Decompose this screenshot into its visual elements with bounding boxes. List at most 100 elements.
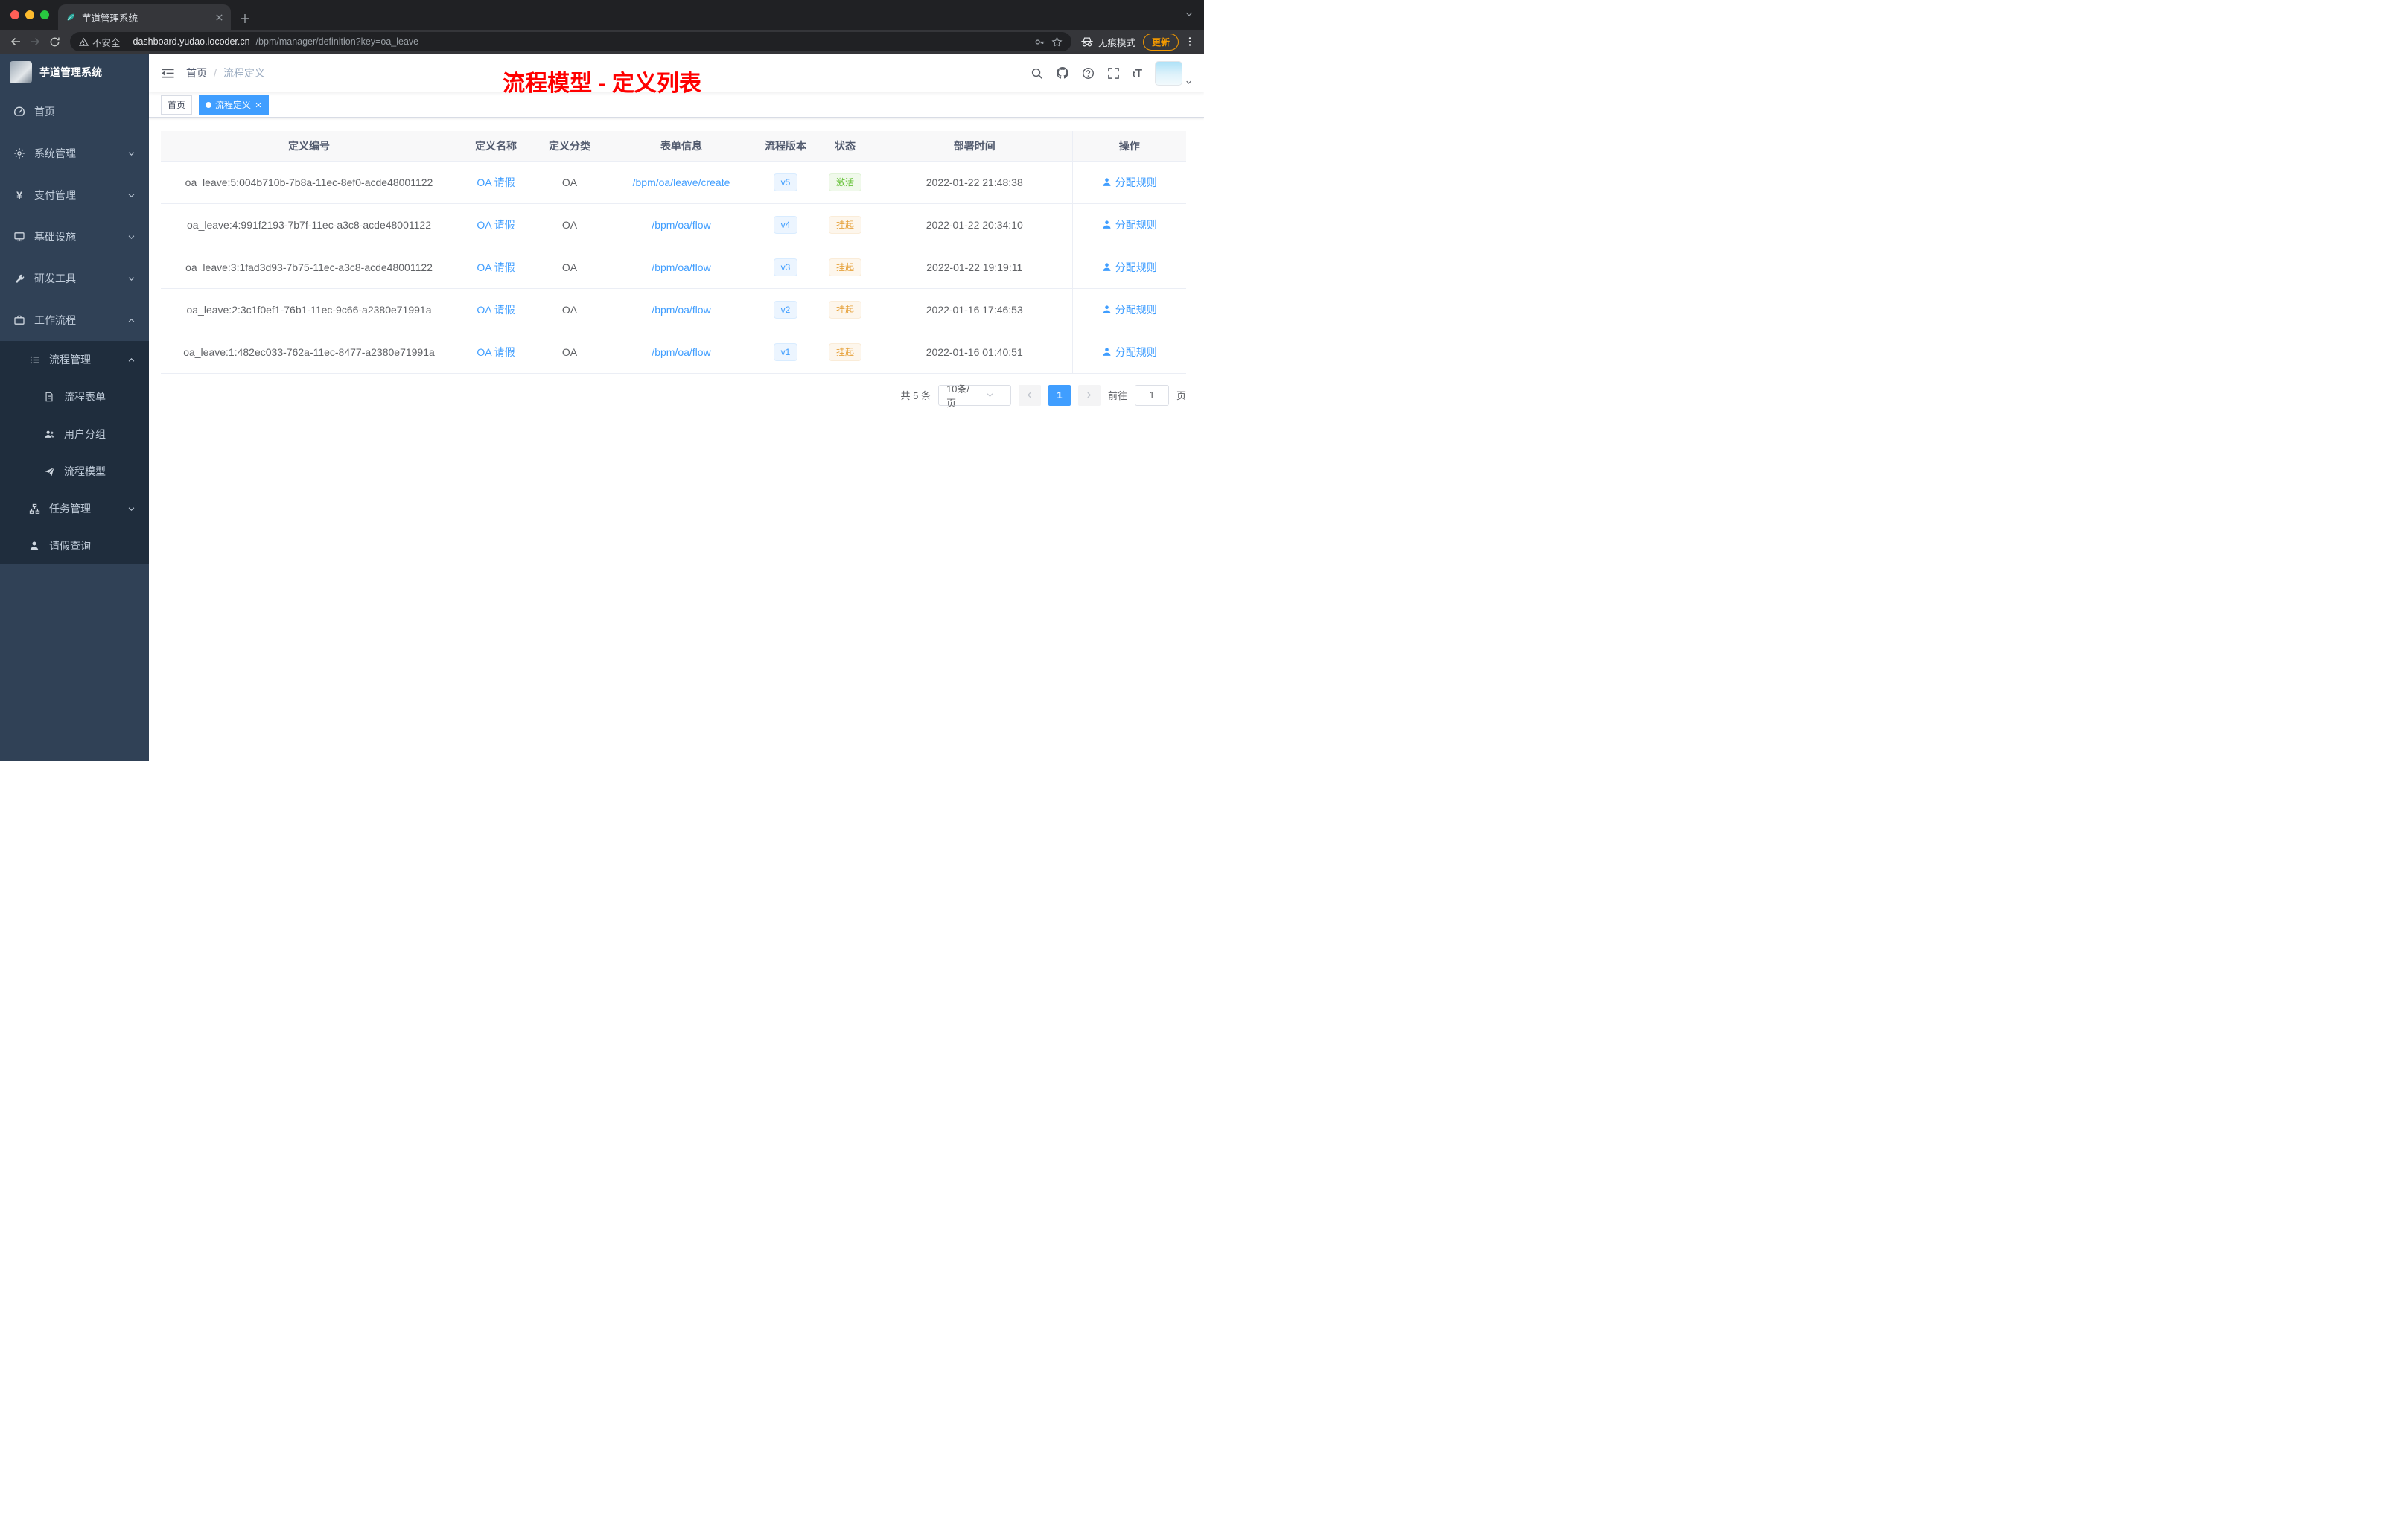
- page-1-button[interactable]: 1: [1048, 384, 1071, 406]
- form-link[interactable]: /bpm/oa/leave/create: [633, 176, 730, 188]
- browser-tab[interactable]: 芋道管理系统: [58, 4, 231, 30]
- table-row: oa_leave:3:1fad3d93-7b75-11ec-a3c8-acde4…: [161, 246, 1186, 289]
- zoom-window-button[interactable]: [40, 10, 49, 19]
- form-link[interactable]: /bpm/oa/flow: [652, 346, 710, 358]
- annotation-title: 流程模型 - 定义列表: [503, 71, 701, 96]
- tag-close-icon[interactable]: [255, 101, 262, 109]
- fullscreen-icon[interactable]: [1107, 67, 1120, 80]
- tab-title: 芋道管理系统: [82, 13, 138, 24]
- cell-definition-name: OA 请假: [457, 203, 535, 246]
- github-icon[interactable]: [1056, 66, 1069, 80]
- definition-name-link[interactable]: OA 请假: [477, 304, 515, 316]
- bookmark-star-icon[interactable]: [1051, 36, 1063, 48]
- sidebar-item-label: 任务管理: [49, 503, 91, 515]
- not-secure-icon: [79, 37, 89, 47]
- assign-rule-link[interactable]: 分配规则: [1102, 302, 1157, 317]
- cell-status: 挂起: [813, 203, 877, 246]
- page-size-value: 10条/页: [946, 383, 970, 409]
- sidebar-item-process-form[interactable]: 流程表单: [0, 378, 149, 415]
- sidebar-item-dev-tools[interactable]: 研发工具: [0, 258, 149, 299]
- cell-category: OA: [535, 246, 605, 289]
- font-size-icon[interactable]: tT: [1133, 67, 1142, 80]
- chevron-down-icon: [127, 505, 136, 513]
- address-bar[interactable]: 不安全 dashboard.yudao.iocoder.cn/bpm/manag…: [70, 32, 1071, 51]
- version-badge: v3: [773, 258, 798, 276]
- reload-icon[interactable]: [45, 32, 64, 51]
- definition-name-link[interactable]: OA 请假: [477, 346, 515, 358]
- select-caret-icon: [975, 391, 1004, 399]
- password-key-icon[interactable]: [1034, 36, 1045, 48]
- definition-name-link[interactable]: OA 请假: [477, 176, 515, 188]
- users-icon: [43, 428, 55, 440]
- sidebar-item-task-management[interactable]: 任务管理: [0, 490, 149, 527]
- sidebar-item-home[interactable]: 首页: [0, 91, 149, 133]
- sidebar-item-leave-query[interactable]: 请假查询: [0, 527, 149, 564]
- tab-favicon: [66, 12, 76, 22]
- form-link[interactable]: /bpm/oa/flow: [652, 261, 710, 273]
- cell-actions: 分配规则: [1071, 331, 1186, 374]
- status-badge: 挂起: [828, 343, 861, 361]
- sidebar-toggle-icon[interactable]: [161, 67, 175, 80]
- assign-rule-link[interactable]: 分配规则: [1102, 260, 1157, 275]
- browser-tab-strip: 芋道管理系统: [0, 0, 1204, 30]
- sidebar-item-system[interactable]: 系统管理: [0, 133, 149, 174]
- tab-close-icon[interactable]: [215, 13, 223, 22]
- chevron-up-icon: [127, 356, 136, 364]
- sidebar-item-infrastructure[interactable]: 基础设施: [0, 216, 149, 258]
- version-badge: v4: [773, 215, 798, 234]
- back-icon[interactable]: [6, 32, 25, 51]
- sidebar-item-user-group[interactable]: 用户分组: [0, 415, 149, 453]
- sidebar-item-process-management[interactable]: 流程管理: [0, 341, 149, 378]
- table-row: oa_leave:4:991f2193-7b7f-11ec-a3c8-acde4…: [161, 203, 1186, 246]
- new-tab-icon[interactable]: [240, 13, 250, 24]
- cell-version: v3: [758, 246, 813, 289]
- question-icon[interactable]: [1082, 67, 1095, 80]
- incognito-badge: 无痕模式: [1080, 35, 1135, 49]
- sidebar-item-label: 流程模型: [64, 465, 106, 477]
- minimize-window-button[interactable]: [25, 10, 34, 19]
- tag-label: 流程定义: [215, 100, 252, 110]
- browser-menu-icon[interactable]: [1185, 36, 1195, 47]
- assign-rule-link[interactable]: 分配规则: [1102, 345, 1157, 360]
- sidebar-item-process-model[interactable]: 流程模型: [0, 453, 149, 490]
- form-link[interactable]: /bpm/oa/flow: [652, 219, 710, 231]
- cell-definition-name: OA 请假: [457, 246, 535, 289]
- avatar[interactable]: [1155, 60, 1182, 86]
- user-icon: [1102, 347, 1112, 357]
- cell-definition-name: OA 请假: [457, 288, 535, 331]
- update-button[interactable]: 更新: [1142, 33, 1179, 51]
- sidebar-logo[interactable]: 芋道管理系统: [0, 54, 149, 91]
- close-window-button[interactable]: [10, 10, 19, 19]
- next-page-button[interactable]: [1077, 384, 1101, 406]
- breadcrumb-separator: /: [214, 67, 217, 79]
- col-form-info: 表单信息: [605, 131, 758, 162]
- cell-form-info: /bpm/oa/leave/create: [605, 161, 758, 204]
- cell-definition-name: OA 请假: [457, 331, 535, 374]
- tag-process-definition[interactable]: 流程定义: [199, 95, 270, 115]
- form-link[interactable]: /bpm/oa/flow: [652, 304, 710, 316]
- gear-icon: [13, 147, 25, 159]
- tag-home[interactable]: 首页: [161, 95, 193, 115]
- sidebar-item-payment[interactable]: ¥ 支付管理: [0, 174, 149, 216]
- assign-rule-link[interactable]: 分配规则: [1102, 175, 1157, 190]
- version-badge: v1: [773, 343, 798, 361]
- definition-name-link[interactable]: OA 请假: [477, 261, 515, 273]
- sidebar-item-workflow[interactable]: 工作流程: [0, 299, 149, 341]
- forward-icon[interactable]: [25, 32, 45, 51]
- breadcrumb-home[interactable]: 首页: [186, 66, 207, 80]
- tab-search-icon[interactable]: [1185, 10, 1194, 19]
- security-label: 不安全: [92, 37, 121, 48]
- cell-status: 挂起: [813, 331, 877, 374]
- version-badge: v5: [773, 173, 798, 191]
- assign-rule-link[interactable]: 分配规则: [1102, 217, 1157, 232]
- security-chip[interactable]: 不安全: [79, 35, 121, 49]
- user-menu[interactable]: [1155, 60, 1192, 86]
- page-size-select[interactable]: 10条/页: [937, 383, 1011, 409]
- sidebar-item-label: 系统管理: [34, 147, 76, 159]
- definition-name-link[interactable]: OA 请假: [477, 219, 515, 231]
- status-badge: 挂起: [828, 258, 861, 276]
- cell-version: v4: [758, 203, 813, 246]
- search-icon[interactable]: [1031, 67, 1043, 80]
- goto-page-input[interactable]: [1134, 384, 1169, 406]
- prev-page-button[interactable]: [1018, 384, 1041, 406]
